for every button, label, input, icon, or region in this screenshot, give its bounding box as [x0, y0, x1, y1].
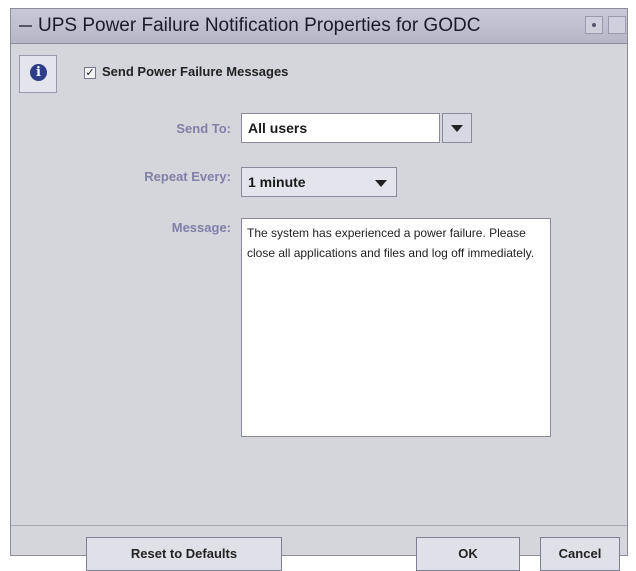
- message-textarea[interactable]: The system has experienced a power failu…: [241, 218, 551, 437]
- minimize-icon: [592, 23, 596, 27]
- info-panel-button[interactable]: i: [19, 55, 57, 93]
- chevron-down-icon: [375, 180, 387, 187]
- button-separator: [11, 525, 627, 526]
- window-title: UPS Power Failure Notification Propertie…: [38, 15, 481, 36]
- reset-defaults-button[interactable]: Reset to Defaults: [86, 537, 282, 571]
- cancel-button[interactable]: Cancel: [540, 537, 620, 571]
- ok-button[interactable]: OK: [416, 537, 520, 571]
- properties-dialog: UPS Power Failure Notification Propertie…: [10, 8, 628, 571]
- maximize-button[interactable]: [608, 16, 626, 34]
- repeat-every-select[interactable]: 1 minute: [241, 167, 397, 197]
- chevron-down-icon: [451, 125, 463, 132]
- minimize-button[interactable]: [585, 16, 603, 34]
- message-label: Message:: [171, 220, 231, 235]
- repeat-every-value: 1 minute: [248, 174, 306, 190]
- send-to-select[interactable]: All users: [241, 113, 440, 143]
- repeat-every-label: Repeat Every:: [144, 169, 231, 184]
- send-messages-checkbox[interactable]: ✓: [84, 67, 96, 79]
- send-messages-label: Send Power Failure Messages: [102, 64, 289, 79]
- send-to-label: Send To:: [176, 121, 231, 136]
- send-to-dropdown-button[interactable]: [442, 113, 472, 143]
- info-icon: i: [30, 64, 47, 81]
- send-to-value: All users: [248, 120, 308, 136]
- title-bar[interactable]: UPS Power Failure Notification Propertie…: [11, 9, 627, 44]
- window-menu-icon[interactable]: [19, 25, 32, 27]
